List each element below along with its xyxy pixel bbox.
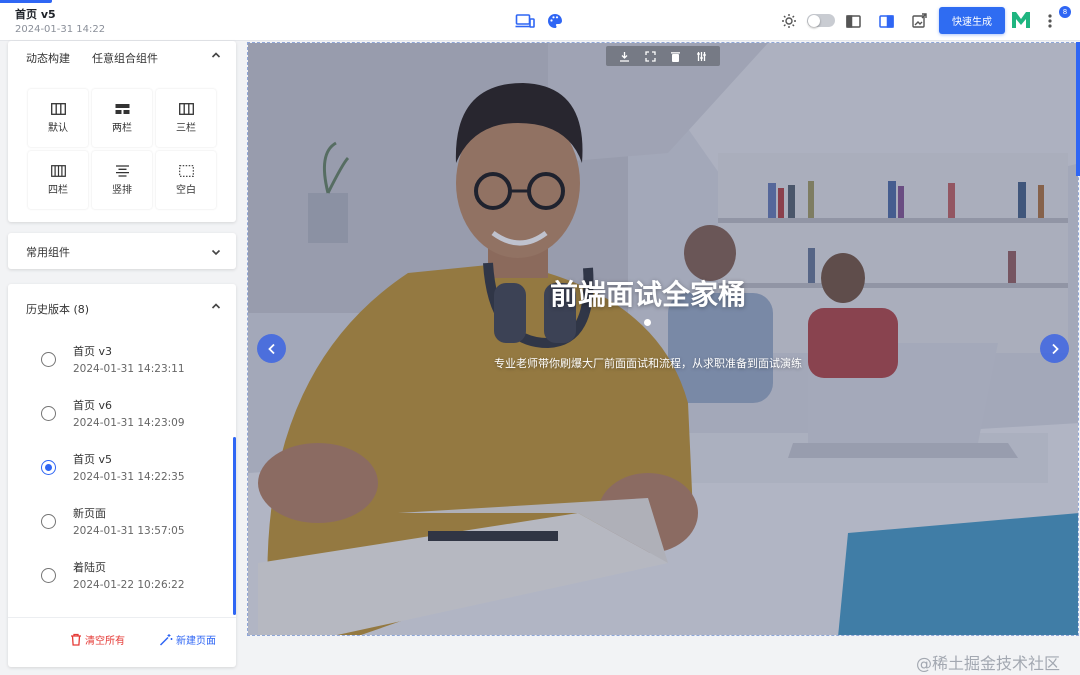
more-menu-icon[interactable] bbox=[1042, 10, 1058, 32]
layout-label: 空白 bbox=[176, 184, 196, 196]
page-title: 首页 v5 bbox=[15, 8, 56, 21]
hero-subtitle: 专业老师带你刷爆大厂前面面试和流程，从求职准备到面试演练 bbox=[494, 357, 802, 370]
layout-vertical[interactable]: 竖排 bbox=[92, 151, 152, 209]
component-tabs: 动态构建 任意组合组件 bbox=[26, 50, 158, 66]
history-radio[interactable] bbox=[41, 514, 56, 529]
layout-two-column[interactable]: 两栏 bbox=[92, 89, 152, 147]
page-timestamp: 2024-01-31 14:22 bbox=[15, 24, 106, 35]
history-item[interactable]: 首页 v3 2024-01-31 14:23:11 bbox=[8, 335, 236, 389]
history-item-name: 首页 v3 bbox=[73, 345, 113, 358]
carousel-indicator-dot[interactable] bbox=[644, 319, 651, 326]
three-column-icon bbox=[50, 102, 66, 115]
clear-all-button[interactable]: 清空所有 bbox=[70, 632, 125, 647]
magic-wand-icon bbox=[159, 634, 173, 646]
two-column-icon bbox=[115, 103, 129, 114]
layout-default[interactable]: 默认 bbox=[28, 89, 88, 147]
chevron-up-icon[interactable] bbox=[210, 300, 222, 312]
common-components-card[interactable]: 常用组件 bbox=[8, 233, 236, 269]
history-item-name: 着陆页 bbox=[73, 561, 106, 574]
history-radio-checked[interactable] bbox=[41, 460, 56, 475]
m-logo-icon[interactable] bbox=[1010, 9, 1032, 31]
quick-generate-button[interactable]: 快速生成 bbox=[939, 7, 1005, 34]
vertical-align-icon bbox=[115, 164, 129, 177]
carousel-prev-button[interactable] bbox=[257, 334, 286, 363]
layout-label: 竖排 bbox=[112, 184, 132, 196]
history-item[interactable]: 着陆页 2024-01-22 10:26:22 bbox=[8, 551, 236, 605]
clear-all-label: 清空所有 bbox=[85, 636, 125, 647]
blank-dotted-icon bbox=[178, 164, 194, 177]
history-radio[interactable] bbox=[41, 406, 56, 421]
tab-free-combination[interactable]: 任意组合组件 bbox=[92, 50, 158, 66]
history-item[interactable]: 首页 v6 2024-01-31 14:23:09 bbox=[8, 389, 236, 443]
palette-icon[interactable] bbox=[545, 11, 565, 31]
export-image-icon[interactable] bbox=[910, 11, 928, 31]
component-builder-card: 动态构建 任意组合组件 默认 两栏 三栏 四栏 竖排 空白 bbox=[8, 41, 236, 222]
device-preview-icon[interactable] bbox=[514, 11, 536, 31]
dark-mode-toggle[interactable] bbox=[807, 14, 835, 27]
toggle-knob bbox=[808, 14, 820, 27]
left-panel: 动态构建 任意组合组件 默认 两栏 三栏 四栏 竖排 空白 常用组件 历史版本 … bbox=[0, 41, 245, 675]
history-radio[interactable] bbox=[41, 568, 56, 583]
history-versions-card: 历史版本 (8) 首页 v3 2024-01-31 14:23:11 首页 v6… bbox=[8, 284, 236, 667]
layout-label: 四栏 bbox=[48, 184, 68, 196]
footer-divider bbox=[8, 617, 236, 618]
three-column-icon bbox=[178, 102, 194, 115]
layout-four-column[interactable]: 四栏 bbox=[28, 151, 88, 209]
toggle-right-panel-icon[interactable] bbox=[877, 12, 895, 30]
hero-dim-overlay bbox=[248, 43, 1078, 635]
page-canvas[interactable]: 前端面试全家桶 专业老师带你刷爆大厂前面面试和流程，从求职准备到面试演练 bbox=[247, 42, 1079, 636]
history-scrollbar[interactable] bbox=[233, 437, 236, 615]
settings-sliders-icon[interactable] bbox=[696, 51, 707, 62]
history-item-time: 2024-01-31 14:23:09 bbox=[73, 417, 185, 429]
layout-label: 默认 bbox=[48, 122, 68, 134]
history-item-time: 2024-01-22 10:26:22 bbox=[73, 579, 185, 591]
sun-icon[interactable] bbox=[779, 11, 799, 31]
chevron-left-icon bbox=[267, 343, 275, 354]
layout-label: 两栏 bbox=[112, 122, 132, 134]
hero-title: 前端面试全家桶 bbox=[549, 278, 746, 311]
history-item-time: 2024-01-31 14:22:35 bbox=[73, 471, 185, 483]
history-item[interactable]: 新页面 2024-01-31 13:57:05 bbox=[8, 497, 236, 551]
carousel-next-button[interactable] bbox=[1040, 334, 1069, 363]
watermark-text: @稀土掘金技术社区 bbox=[916, 654, 1061, 673]
chevron-down-icon[interactable] bbox=[210, 246, 222, 258]
notification-badge: 8 bbox=[1059, 6, 1071, 18]
chevron-up-icon[interactable] bbox=[210, 49, 222, 61]
download-icon[interactable] bbox=[619, 51, 630, 62]
tab-dynamic-build[interactable]: 动态构建 bbox=[26, 50, 70, 66]
active-page-indicator bbox=[0, 0, 52, 3]
history-item-name: 首页 v6 bbox=[73, 399, 113, 412]
four-column-icon bbox=[50, 164, 66, 177]
trash-icon bbox=[71, 633, 81, 646]
layout-blank[interactable]: 空白 bbox=[156, 151, 216, 209]
history-item-time: 2024-01-31 14:23:11 bbox=[73, 363, 185, 375]
fullscreen-icon[interactable] bbox=[645, 50, 656, 62]
history-item-name: 新页面 bbox=[73, 507, 106, 520]
chevron-right-icon bbox=[1051, 343, 1059, 354]
top-header: 首页 v5 2024-01-31 14:22 快速生成 8 bbox=[0, 0, 1080, 41]
history-item-selected[interactable]: 首页 v5 2024-01-31 14:22:35 bbox=[8, 443, 236, 497]
layout-grid: 默认 两栏 三栏 四栏 竖排 空白 bbox=[28, 89, 216, 209]
toggle-left-panel-icon[interactable] bbox=[844, 12, 862, 30]
new-page-button[interactable]: 新建页面 bbox=[159, 632, 216, 647]
right-edge-scrollbar[interactable] bbox=[1076, 42, 1080, 176]
delete-icon[interactable] bbox=[670, 51, 681, 62]
common-components-title: 常用组件 bbox=[26, 246, 70, 259]
new-page-label: 新建页面 bbox=[176, 636, 216, 647]
history-title: 历史版本 (8) bbox=[26, 303, 90, 316]
history-radio[interactable] bbox=[41, 352, 56, 367]
history-item-time: 2024-01-31 13:57:05 bbox=[73, 525, 185, 537]
block-toolbar bbox=[606, 46, 720, 66]
layout-three-column[interactable]: 三栏 bbox=[156, 89, 216, 147]
history-item-name: 首页 v5 bbox=[73, 453, 113, 466]
layout-label: 三栏 bbox=[176, 122, 196, 134]
